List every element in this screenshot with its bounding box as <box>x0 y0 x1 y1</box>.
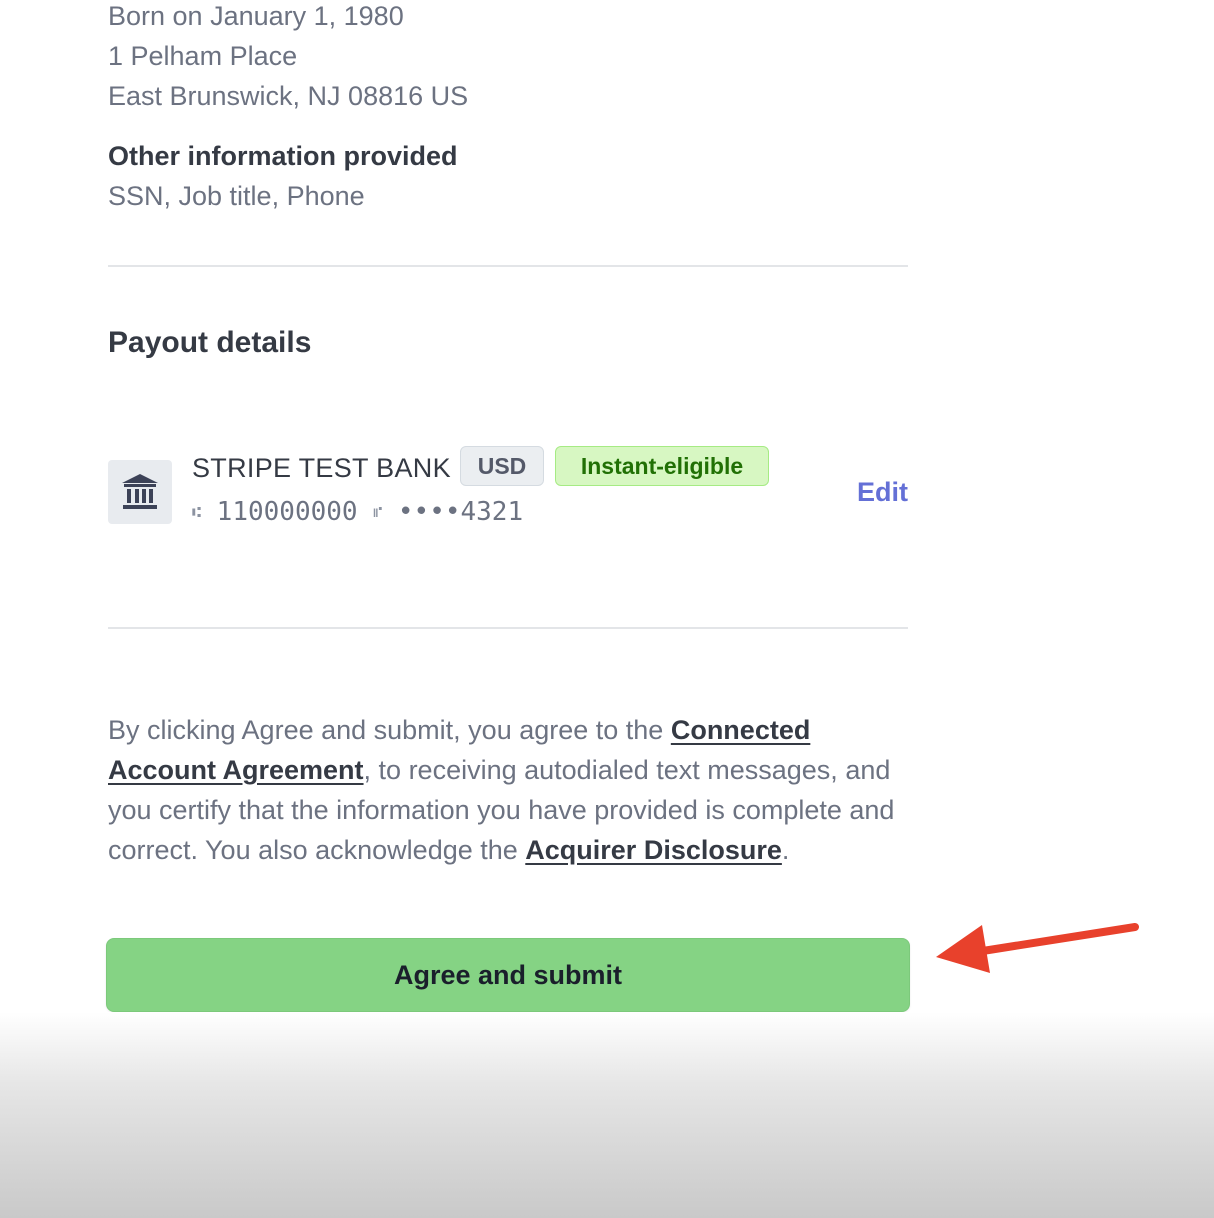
other-info-label: Other information provided <box>108 141 458 171</box>
legal-text-end: . <box>781 835 790 865</box>
account-number: ••••4321 <box>397 497 524 527</box>
personal-details: Born on January 1, 1980 1 Pelham Place E… <box>108 0 468 116</box>
address-line-2: East Brunswick, NJ 08816 US <box>108 81 469 111</box>
currency-badge: USD <box>460 446 544 486</box>
divider <box>108 265 908 267</box>
bottom-fade-overlay <box>0 1012 1214 1218</box>
routing-number-icon: ⑆ <box>192 503 202 521</box>
red-arrow-icon <box>936 923 1139 973</box>
agree-and-submit-button[interactable]: Agree and submit <box>106 938 910 1012</box>
birth-date: Born on January 1, 1980 <box>108 1 404 31</box>
bank-icon <box>108 460 172 524</box>
legal-text-intro: By clicking Agree and submit, you agree … <box>108 715 671 745</box>
payout-details-title: Payout details <box>108 326 312 359</box>
edit-payout-link[interactable]: Edit <box>857 472 908 512</box>
account-number-icon: ⑈ <box>373 503 383 521</box>
instant-eligible-badge: Instant-eligible <box>555 446 769 486</box>
account-numbers: ⑆ 110000000 ⑈ ••••4321 <box>192 492 523 532</box>
bank-account-row: STRIPE TEST BANK USD Instant-eligible ⑆ … <box>108 444 908 534</box>
routing-number: 110000000 <box>216 497 358 527</box>
address-line-1: 1 Pelham Place <box>108 41 298 71</box>
acquirer-disclosure-link[interactable]: Acquirer Disclosure <box>525 835 782 865</box>
other-info-value: SSN, Job title, Phone <box>108 181 365 211</box>
bank-name: STRIPE TEST BANK <box>192 453 451 483</box>
divider <box>108 627 908 629</box>
legal-agreement-text: By clicking Agree and submit, you agree … <box>108 710 908 870</box>
